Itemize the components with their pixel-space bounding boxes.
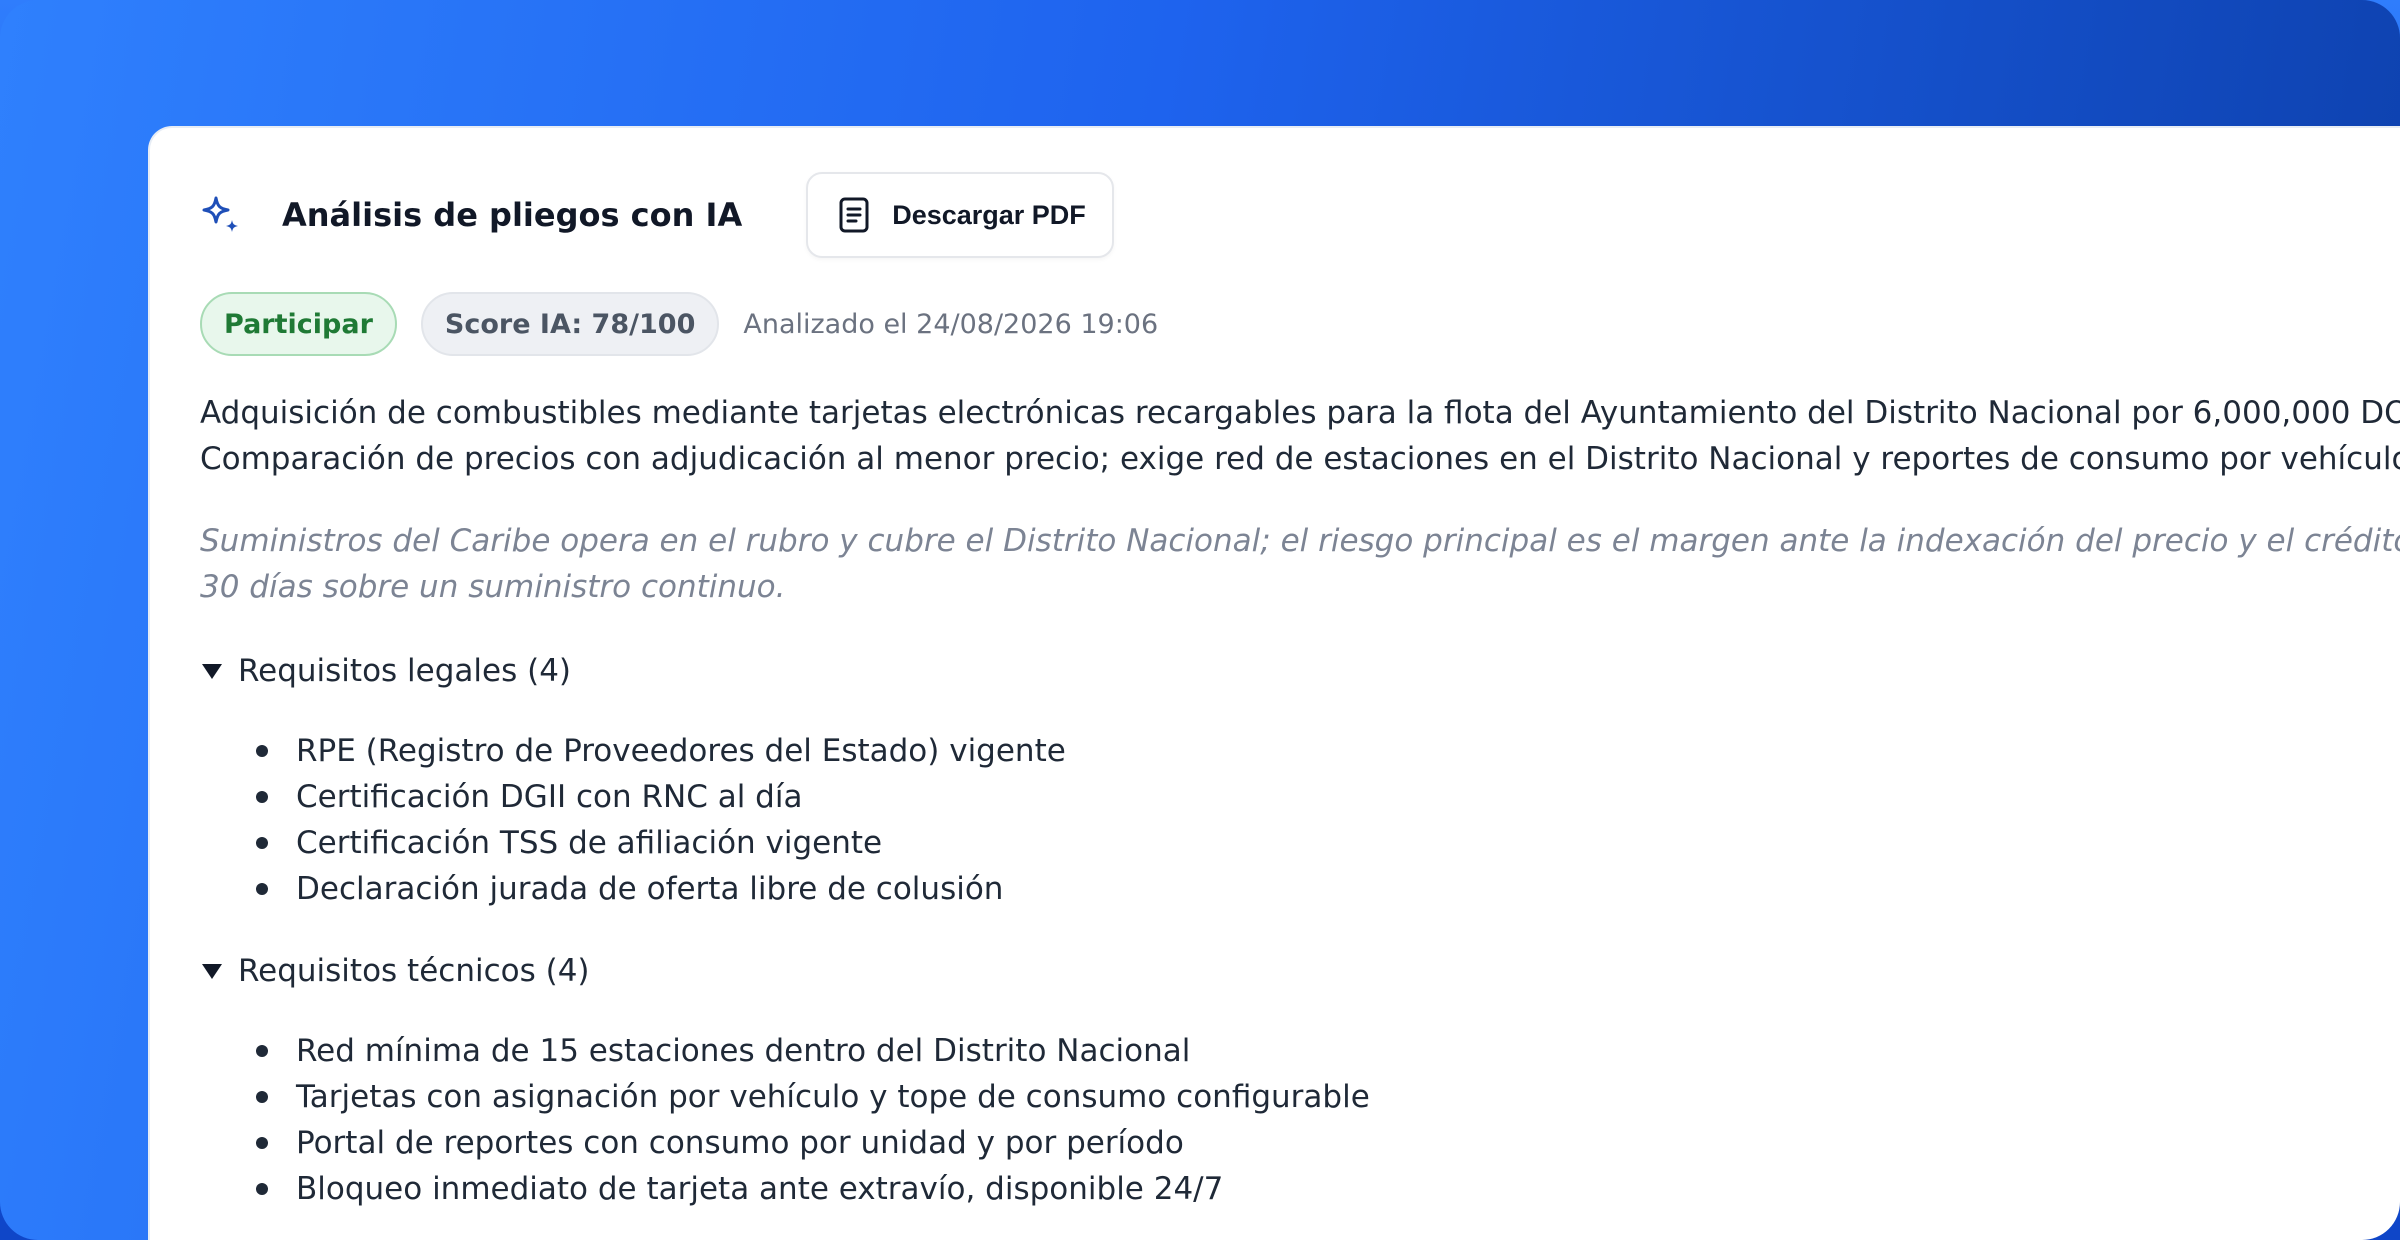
bullet-icon bbox=[256, 791, 268, 803]
summary-line: Adquisición de combustibles mediante tar… bbox=[200, 395, 2400, 431]
list-item: Tarjetas con asignación por vehículo y t… bbox=[200, 1074, 2400, 1120]
list-item-text: Certificación DGII con RNC al día bbox=[296, 779, 803, 815]
list-item-text: Declaración jurada de oferta libre de co… bbox=[296, 871, 1004, 907]
bullet-icon bbox=[256, 883, 268, 895]
recommendation-badge: Participar bbox=[200, 292, 397, 356]
technical-requirements-list: Red mínima de 15 estaciones dentro del D… bbox=[200, 1028, 2400, 1212]
list-item-text: Certificación TSS de afiliación vigente bbox=[296, 825, 883, 861]
download-pdf-button[interactable]: Descargar PDF bbox=[806, 172, 1114, 258]
risk-note: Suministros del Caribe opera en el rubro… bbox=[200, 523, 2400, 605]
triangle-down-icon bbox=[200, 961, 224, 981]
bullet-icon bbox=[256, 1045, 268, 1057]
list-item: RPE (Registro de Proveedores del Estado)… bbox=[200, 728, 2400, 774]
bullet-icon bbox=[256, 1137, 268, 1149]
section-toggle-technical[interactable]: Requisitos técnicos (4) bbox=[200, 948, 2400, 994]
summary-text: Adquisición de combustibles mediante tar… bbox=[200, 390, 2400, 482]
summary-line: Comparación de precios con adjudicación … bbox=[200, 441, 2400, 477]
list-item-text: Red mínima de 15 estaciones dentro del D… bbox=[296, 1033, 1191, 1069]
section-title: Requisitos técnicos (4) bbox=[238, 953, 590, 989]
section-title: Requisitos legales (4) bbox=[238, 653, 572, 689]
list-item-text: Portal de reportes con consumo por unida… bbox=[296, 1125, 1184, 1161]
page-title: Análisis de pliegos con IA bbox=[282, 196, 743, 234]
list-item: Certificación TSS de afiliación vigente bbox=[200, 820, 2400, 866]
legal-requirements-list: RPE (Registro de Proveedores del Estado)… bbox=[200, 728, 2400, 912]
app-background: Análisis de pliegos con IA Descargar PDF… bbox=[0, 0, 2400, 1240]
card-header: Análisis de pliegos con IA Descargar PDF bbox=[200, 170, 1114, 260]
meta-row: Participar Score IA: 78/100 Analizado el… bbox=[200, 292, 1158, 356]
list-item-text: Tarjetas con asignación por vehículo y t… bbox=[296, 1079, 1370, 1115]
list-item-text: Bloqueo inmediato de tarjeta ante extrav… bbox=[296, 1171, 1224, 1207]
bullet-icon bbox=[256, 745, 268, 757]
list-item-text: RPE (Registro de Proveedores del Estado)… bbox=[296, 733, 1066, 769]
triangle-down-icon bbox=[200, 661, 224, 681]
download-pdf-label: Descargar PDF bbox=[892, 199, 1086, 230]
list-item: Declaración jurada de oferta libre de co… bbox=[200, 866, 2400, 912]
analysis-card: Análisis de pliegos con IA Descargar PDF… bbox=[150, 128, 2400, 1240]
section-technical-requirements: Requisitos técnicos (4) Red mínima de 15… bbox=[200, 948, 2400, 1212]
section-legal-requirements: Requisitos legales (4) RPE (Registro de … bbox=[200, 648, 2400, 912]
list-item: Portal de reportes con consumo por unida… bbox=[200, 1120, 2400, 1166]
document-icon bbox=[838, 197, 870, 233]
list-item: Red mínima de 15 estaciones dentro del D… bbox=[200, 1028, 2400, 1074]
sparkle-icon bbox=[200, 194, 242, 236]
bullet-icon bbox=[256, 1183, 268, 1195]
score-badge: Score IA: 78/100 bbox=[420, 292, 720, 356]
analyzed-timestamp: Analizado el 24/08/2026 19:06 bbox=[743, 308, 1159, 340]
list-item: Bloqueo inmediato de tarjeta ante extrav… bbox=[200, 1166, 2400, 1212]
bullet-icon bbox=[256, 837, 268, 849]
bullet-icon bbox=[256, 1091, 268, 1103]
list-item: Certificación DGII con RNC al día bbox=[200, 774, 2400, 820]
section-toggle-legal[interactable]: Requisitos legales (4) bbox=[200, 648, 2400, 694]
